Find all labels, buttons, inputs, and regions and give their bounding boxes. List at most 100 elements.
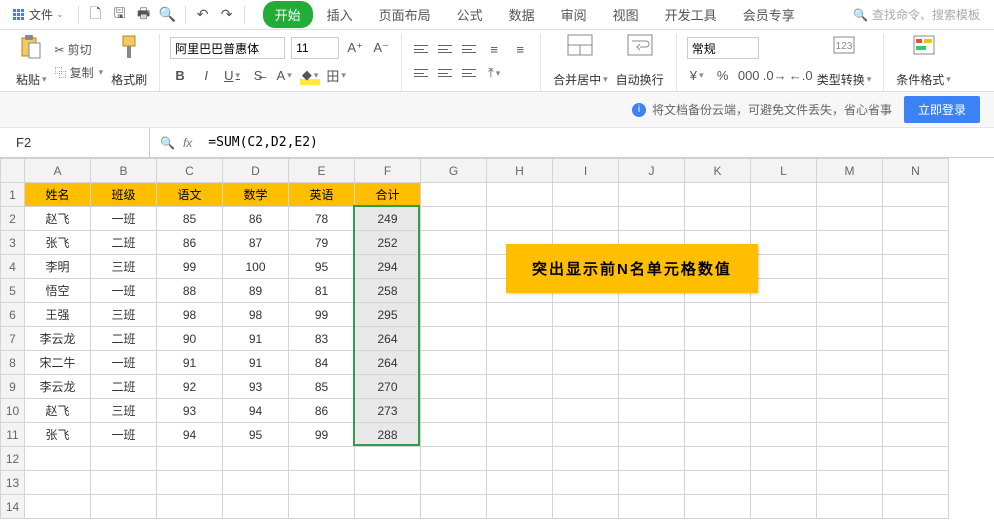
cell[interactable]: [487, 351, 553, 375]
cell[interactable]: [883, 279, 949, 303]
cell[interactable]: [751, 279, 817, 303]
cell[interactable]: 94: [223, 399, 289, 423]
cell[interactable]: 张飞: [25, 423, 91, 447]
cell[interactable]: [553, 327, 619, 351]
row-header[interactable]: 6: [1, 303, 25, 327]
cell[interactable]: [421, 471, 487, 495]
cell[interactable]: [883, 447, 949, 471]
decrease-font-icon[interactable]: A⁻: [371, 38, 391, 58]
align-center-icon[interactable]: [436, 64, 454, 82]
cell[interactable]: [619, 399, 685, 423]
cell[interactable]: [553, 303, 619, 327]
tab-4[interactable]: 数据: [497, 1, 547, 28]
cell[interactable]: [421, 183, 487, 207]
cell[interactable]: [685, 303, 751, 327]
cell[interactable]: 89: [223, 279, 289, 303]
row-header[interactable]: 9: [1, 375, 25, 399]
cell[interactable]: [223, 447, 289, 471]
cell[interactable]: 88: [157, 279, 223, 303]
col-header[interactable]: J: [619, 159, 685, 183]
cell[interactable]: [421, 279, 487, 303]
tab-1[interactable]: 插入: [315, 1, 365, 28]
col-header[interactable]: G: [421, 159, 487, 183]
col-header[interactable]: A: [25, 159, 91, 183]
cell[interactable]: [883, 183, 949, 207]
cell[interactable]: 一班: [91, 351, 157, 375]
cell[interactable]: [553, 447, 619, 471]
cell[interactable]: [355, 471, 421, 495]
cell[interactable]: [91, 495, 157, 519]
cell[interactable]: [619, 375, 685, 399]
menu-file[interactable]: 文件⌄: [4, 2, 72, 27]
cell[interactable]: [553, 351, 619, 375]
cell[interactable]: 90: [157, 327, 223, 351]
cell[interactable]: [421, 231, 487, 255]
cell[interactable]: [157, 495, 223, 519]
tab-3[interactable]: 公式: [445, 1, 495, 28]
col-header[interactable]: E: [289, 159, 355, 183]
cell[interactable]: [619, 495, 685, 519]
cell[interactable]: [91, 471, 157, 495]
cell[interactable]: [883, 231, 949, 255]
col-header[interactable]: F: [355, 159, 421, 183]
cell[interactable]: 94: [157, 423, 223, 447]
cell[interactable]: [751, 495, 817, 519]
cell[interactable]: [817, 231, 883, 255]
cell[interactable]: [751, 327, 817, 351]
cell[interactable]: [817, 423, 883, 447]
number-format-combo[interactable]: [687, 37, 759, 59]
cell[interactable]: [355, 495, 421, 519]
cell[interactable]: [157, 447, 223, 471]
cell[interactable]: 三班: [91, 399, 157, 423]
cell[interactable]: 83: [289, 327, 355, 351]
cell[interactable]: 数学: [223, 183, 289, 207]
cell[interactable]: [619, 423, 685, 447]
cell[interactable]: [421, 399, 487, 423]
cell[interactable]: [25, 447, 91, 471]
cell[interactable]: 姓名: [25, 183, 91, 207]
font-color-button[interactable]: A: [274, 65, 294, 85]
increase-font-icon[interactable]: A⁺: [345, 38, 365, 58]
cell[interactable]: 英语: [289, 183, 355, 207]
cell[interactable]: [817, 255, 883, 279]
row-header[interactable]: 3: [1, 231, 25, 255]
orientation-icon[interactable]: ⤒: [484, 63, 504, 83]
cell[interactable]: 95: [289, 255, 355, 279]
type-convert-button[interactable]: 123 类型转换▾: [813, 34, 876, 88]
cell[interactable]: [487, 375, 553, 399]
col-header[interactable]: L: [751, 159, 817, 183]
underline-button[interactable]: U: [222, 65, 242, 85]
cell[interactable]: 一班: [91, 207, 157, 231]
fx-icon[interactable]: fx: [183, 136, 192, 150]
cell[interactable]: [751, 471, 817, 495]
cell[interactable]: [685, 471, 751, 495]
cell[interactable]: [157, 471, 223, 495]
row-header[interactable]: 1: [1, 183, 25, 207]
cell[interactable]: 264: [355, 351, 421, 375]
cond-format-button[interactable]: 条件格式▾: [892, 34, 955, 88]
cell[interactable]: 悟空: [25, 279, 91, 303]
cell[interactable]: [619, 351, 685, 375]
cell[interactable]: 二班: [91, 375, 157, 399]
col-header[interactable]: C: [157, 159, 223, 183]
qat-preview-icon[interactable]: 🔍: [157, 4, 179, 26]
inc-decimal-icon[interactable]: .0→: [765, 65, 785, 85]
cell[interactable]: [355, 447, 421, 471]
cell[interactable]: [751, 303, 817, 327]
cell[interactable]: 语文: [157, 183, 223, 207]
login-button[interactable]: 立即登录: [904, 96, 980, 123]
cell[interactable]: [487, 423, 553, 447]
cell[interactable]: [487, 471, 553, 495]
indent-left-icon[interactable]: ≡: [484, 39, 504, 59]
col-header[interactable]: K: [685, 159, 751, 183]
cell[interactable]: 98: [223, 303, 289, 327]
cell[interactable]: [289, 471, 355, 495]
cell[interactable]: [817, 327, 883, 351]
cell[interactable]: [619, 327, 685, 351]
cell[interactable]: [751, 207, 817, 231]
cell[interactable]: 98: [157, 303, 223, 327]
cell[interactable]: [553, 375, 619, 399]
cell[interactable]: [817, 447, 883, 471]
cell[interactable]: [751, 255, 817, 279]
col-header[interactable]: D: [223, 159, 289, 183]
